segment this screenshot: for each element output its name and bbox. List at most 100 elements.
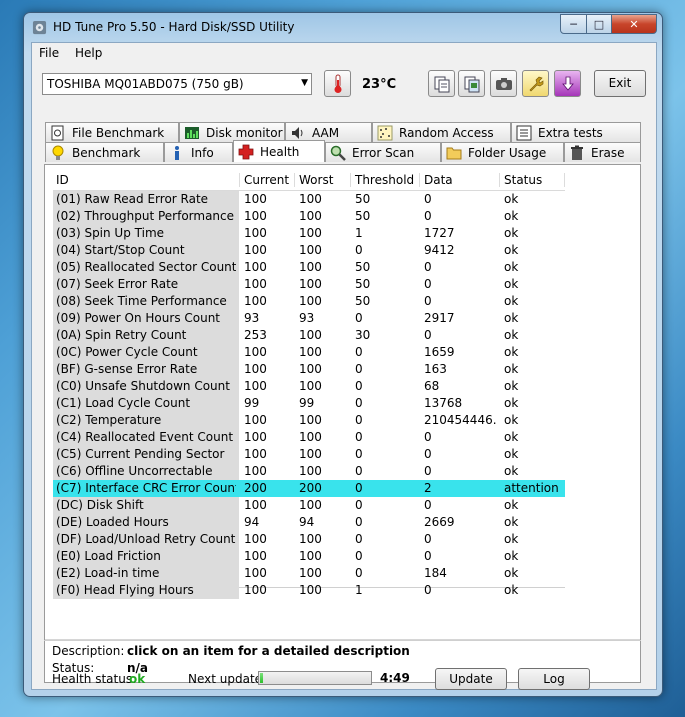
table-cell: 200 xyxy=(299,481,322,495)
table-cell: 100 xyxy=(244,294,267,308)
table-row[interactable]: (DC) Disk Shift 100 100 0 0 ok xyxy=(53,497,565,514)
table-row[interactable]: (04) Start/Stop Count 100 100 0 9412 ok xyxy=(53,242,565,259)
tab-extra-tests[interactable]: Extra tests xyxy=(511,122,641,142)
copy-screen-icon xyxy=(464,76,479,92)
copy-text-button[interactable] xyxy=(428,70,455,97)
table-row[interactable]: (C4) Reallocated Event Count 100 100 0 0 ok xyxy=(53,429,565,446)
options-button[interactable] xyxy=(522,70,549,97)
table-cell: 0 xyxy=(355,481,363,495)
info-icon xyxy=(169,145,185,161)
table-row[interactable]: (E2) Load-in time 100 100 0 184 ok xyxy=(53,565,565,582)
magnifier-icon xyxy=(330,145,346,161)
table-cell: (DC) Disk Shift xyxy=(56,498,144,512)
table-cell: 100 xyxy=(299,277,322,291)
table-cell: (02) Throughput Performance xyxy=(56,209,235,223)
col-status-header[interactable]: Status xyxy=(504,173,542,187)
table-row[interactable]: (C1) Load Cycle Count 99 99 0 13768 ok xyxy=(53,395,565,412)
copy-text-icon xyxy=(434,76,449,92)
table-row[interactable]: (BF) G-sense Error Rate 100 100 0 163 ok xyxy=(53,361,565,378)
table-cell: 13768 xyxy=(424,396,463,410)
drive-select[interactable]: TOSHIBA MQ01ABD075 (750 gB) ▼ xyxy=(42,73,312,95)
tab-aam[interactable]: AAM xyxy=(285,122,372,142)
tab-random-access[interactable]: Random Access xyxy=(372,122,511,142)
tab-disk-monitor[interactable]: Disk monitor xyxy=(179,122,285,142)
table-row[interactable]: (07) Seek Error Rate 100 100 50 0 ok xyxy=(53,276,565,293)
log-button[interactable]: Log xyxy=(518,668,590,690)
description-label: Description: xyxy=(52,644,125,658)
table-cell: 100 xyxy=(299,583,322,597)
health-panel: ID Current Worst Threshold Data Status (… xyxy=(44,164,641,683)
menu-file[interactable]: File xyxy=(39,46,59,60)
temperature-button[interactable] xyxy=(324,70,351,97)
col-data-header[interactable]: Data xyxy=(424,173,453,187)
table-cell: 0 xyxy=(424,277,432,291)
maximize-button[interactable]: □ xyxy=(587,14,612,34)
table-cell: 2917 xyxy=(424,311,455,325)
tab-erase[interactable]: Erase xyxy=(564,142,641,162)
table-cell: 100 xyxy=(299,328,322,342)
col-threshold-header[interactable]: Threshold xyxy=(355,173,414,187)
table-row[interactable]: (03) Spin Up Time 100 100 1 1727 ok xyxy=(53,225,565,242)
table-row[interactable]: (F0) Head Flying Hours 100 100 1 0 ok xyxy=(53,582,565,599)
extra-tests-icon xyxy=(516,125,532,141)
minimize-button[interactable]: ─ xyxy=(560,14,587,34)
table-row[interactable]: (09) Power On Hours Count 93 93 0 2917 ok xyxy=(53,310,565,327)
table-cell: 0 xyxy=(355,447,363,461)
exit-button[interactable]: Exit xyxy=(594,70,646,97)
disk-monitor-icon xyxy=(184,125,200,141)
table-row[interactable]: (C2) Temperature 100 100 0 210454446... ok xyxy=(53,412,565,429)
title-bar[interactable]: HD Tune Pro 5.50 - Hard Disk/SSD Utility… xyxy=(24,13,662,43)
col-current-header[interactable]: Current xyxy=(244,173,289,187)
tab-info[interactable]: Info xyxy=(164,142,233,162)
table-cell: 100 xyxy=(299,260,322,274)
tab-label: Info xyxy=(191,145,214,160)
table-row[interactable]: (C6) Offline Uncorrectable 100 100 0 0 ok xyxy=(53,463,565,480)
table-cell: 100 xyxy=(244,243,267,257)
table-cell: (0A) Spin Retry Count xyxy=(56,328,187,342)
table-row[interactable]: (C0) Unsafe Shutdown Count 100 100 0 68 ok xyxy=(53,378,565,395)
table-row[interactable]: (C7) Interface CRC Error Count 200 200 0 2 at… xyxy=(53,480,565,497)
table-cell: 100 xyxy=(244,413,267,427)
copy-screen-button[interactable] xyxy=(458,70,485,97)
table-cell: 100 xyxy=(299,430,322,444)
table-row[interactable]: (01) Raw Read Error Rate 100 100 50 0 ok xyxy=(53,191,565,208)
table-row[interactable]: (DE) Loaded Hours 94 94 0 2669 ok xyxy=(53,514,565,531)
table-row[interactable]: (0A) Spin Retry Count 253 100 30 0 ok xyxy=(53,327,565,344)
col-worst-header[interactable]: Worst xyxy=(299,173,333,187)
table-cell: (01) Raw Read Error Rate xyxy=(56,192,209,206)
save-button[interactable] xyxy=(554,70,581,97)
tab-label: Disk monitor xyxy=(206,125,283,140)
tab-error-scan[interactable]: Error Scan xyxy=(325,142,441,162)
red-cross-icon xyxy=(238,144,254,160)
tab-label: Error Scan xyxy=(352,145,415,160)
table-row[interactable]: (05) Reallocated Sector Count 100 100 50 0 ok xyxy=(53,259,565,276)
table-cell: 0 xyxy=(424,209,432,223)
table-cell: 210454446... xyxy=(424,413,496,427)
update-button[interactable]: Update xyxy=(435,668,507,690)
table-row[interactable]: (C5) Current Pending Sector 100 100 0 0 ok xyxy=(53,446,565,463)
table-row[interactable]: (08) Seek Time Performance 100 100 50 0 ok xyxy=(53,293,565,310)
table-cell: 0 xyxy=(424,498,432,512)
table-cell: (0C) Power Cycle Count xyxy=(56,345,198,359)
table-cell: 0 xyxy=(424,192,432,206)
table-cell: (07) Seek Error Rate xyxy=(56,277,179,291)
col-id-header[interactable]: ID xyxy=(56,173,69,187)
tab-folder-usage[interactable]: Folder Usage xyxy=(441,142,564,162)
table-cell: 0 xyxy=(355,430,363,444)
table-cell: 184 xyxy=(424,566,447,580)
table-row[interactable]: (E0) Load Friction 100 100 0 0 ok xyxy=(53,548,565,565)
tab-file-benchmark[interactable]: File Benchmark xyxy=(45,122,179,142)
table-row[interactable]: (DF) Load/Unload Retry Count 100 100 0 0 ok xyxy=(53,531,565,548)
close-button[interactable]: ✕ xyxy=(612,14,657,34)
screenshot-button[interactable] xyxy=(490,70,517,97)
menu-help[interactable]: Help xyxy=(75,46,102,60)
table-cell: 100 xyxy=(244,226,267,240)
table-row[interactable]: (0C) Power Cycle Count 100 100 0 1659 ok xyxy=(53,344,565,361)
tab-benchmark[interactable]: Benchmark xyxy=(45,142,164,162)
table-row[interactable]: (02) Throughput Performance 100 100 50 0 ok xyxy=(53,208,565,225)
table-cell: ok xyxy=(504,464,519,478)
table-cell: ok xyxy=(504,294,519,308)
description-value: click on an item for a detailed descript… xyxy=(127,644,410,658)
table-cell: 100 xyxy=(299,464,322,478)
tab-health[interactable]: Health xyxy=(233,140,325,162)
